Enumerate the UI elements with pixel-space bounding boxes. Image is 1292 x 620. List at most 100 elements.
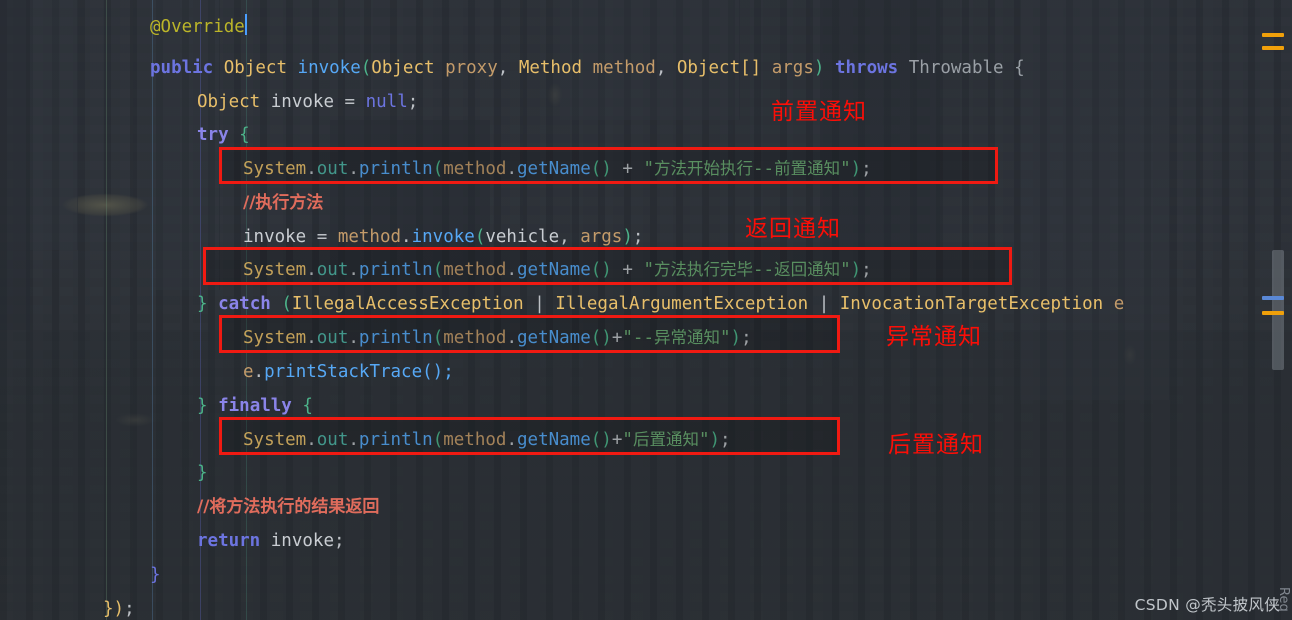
code-token: printStackTrace [264,362,423,382]
code-line-11[interactable]: e.printStackTrace(); [0,355,1292,389]
code-line-13[interactable]: System.out.println(method.getName()+"后置通… [0,423,1292,457]
code-token: . [306,328,317,348]
code-token: method [443,328,507,348]
code-token: out [316,159,349,179]
code-token: . [306,159,317,179]
code-token: ) [850,159,862,179]
code-line-5[interactable]: System.out.println(method.getName() + "方… [0,152,1292,186]
code-token: ( [360,58,372,78]
code-token: ; [443,362,454,382]
code-token: method [443,430,507,450]
code-token: . [506,159,517,179]
code-token: () [590,328,612,348]
code-token: vehicle [485,227,560,247]
code-token: () [590,159,612,179]
code-token: () [590,430,612,450]
info-marker-1[interactable] [1262,296,1284,300]
code-token: e [1113,294,1125,314]
code-token: } [103,599,114,619]
csdn-watermark: CSDN @秃头披风侠 [1134,596,1280,614]
vertical-scrollbar-thumb[interactable] [1272,250,1284,370]
code-token: ( [432,430,444,450]
code-token: args [771,58,814,78]
warning-marker-2[interactable] [1262,46,1284,50]
code-token: } [150,565,161,585]
code-token: IllegalAccessException [291,294,524,314]
code-token: out [316,328,349,348]
right-gutter[interactable] [1262,0,1292,620]
code-token: + [611,159,644,179]
code-token: . [506,328,517,348]
code-token: } [197,294,208,314]
code-token: ; [741,328,752,348]
code-line-12[interactable]: } finally { [0,389,1292,423]
code-line-15[interactable]: //将方法执行的结果返回 [0,490,1292,524]
code-token: Method [518,58,583,78]
code-token: + [611,430,623,450]
code-token: Object [223,58,287,78]
code-token: "--异常通知" [622,328,731,348]
code-token: method [337,227,402,247]
code-token: { [1014,58,1025,78]
code-token: "方法开始执行--前置通知" [643,159,851,179]
code-token: ; [124,599,135,619]
code-line-18[interactable]: }); [0,592,1292,620]
code-token: . [306,260,317,280]
code-token: ( [432,260,444,280]
code-line-4[interactable]: try { [0,118,1292,152]
code-token: args [580,227,623,247]
code-token: . [348,328,359,348]
code-line-9[interactable]: } catch (IllegalAccessException | Illega… [0,287,1292,321]
code-token: . [506,260,517,280]
code-token: ) [730,328,742,348]
code-token: . [348,159,359,179]
code-token: //执行方法 [243,193,324,213]
code-line-8[interactable]: System.out.println(method.getName() + "方… [0,253,1292,287]
code-token: println [358,430,433,450]
label-after-returning-advice: 返回通知 [745,216,841,242]
code-token: "方法执行完毕--返回通知" [643,260,851,280]
code-token: | [808,294,840,314]
code-token: . [348,430,359,450]
code-token: out [316,260,349,280]
code-line-6[interactable]: //执行方法 [0,186,1292,220]
code-line-17[interactable]: } [0,558,1292,592]
code-line-3[interactable]: Object invoke = null; [0,85,1292,119]
code-line-2[interactable]: public Object invoke(Object proxy, Metho… [0,51,1292,85]
code-line-16[interactable]: return invoke; [0,524,1292,558]
code-line-14[interactable]: } [0,456,1292,490]
label-after-advice: 后置通知 [888,432,984,458]
code-line-10[interactable]: System.out.println(method.getName()+"--异… [0,321,1292,355]
warning-marker-3[interactable] [1262,311,1284,315]
code-token: . [506,430,517,450]
code-token: public [150,58,214,78]
code-editor-screenshot: @Override public Object invoke(Object pro… [0,0,1292,620]
code-token: invoke [243,227,307,247]
code-token: System [243,430,307,450]
code-token: () [590,260,612,280]
code-token: return [197,531,261,551]
code-token: finally [218,396,292,416]
code-token: ) [813,58,825,78]
code-token: } [197,463,208,483]
code-content[interactable]: @Override public Object invoke(Object pro… [0,0,1292,620]
code-token: Throwable [908,58,1004,78]
code-token: out [316,430,349,450]
text-caret [244,14,247,35]
code-token: Object [676,58,741,78]
warning-marker-1[interactable] [1262,33,1284,37]
code-line-7[interactable]: invoke = method.invoke(vehicle, args); [0,220,1292,254]
code-token: ) [850,260,862,280]
code-line-1[interactable]: @Override [0,10,1292,44]
code-token: method [443,159,507,179]
